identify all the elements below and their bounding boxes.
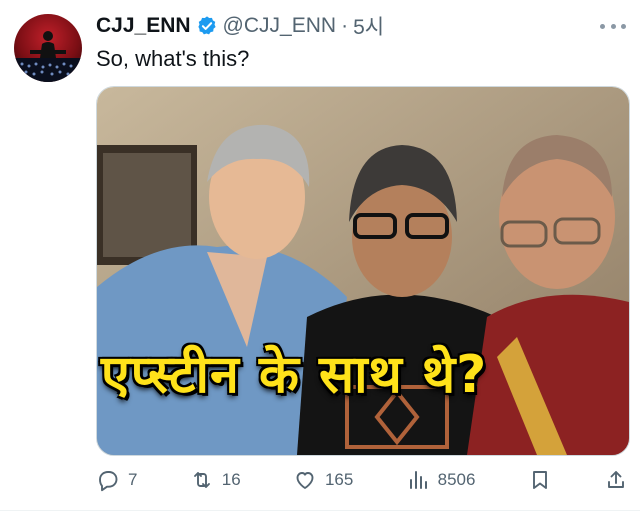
bookmark-icon — [532, 471, 547, 489]
like-icon — [296, 472, 314, 489]
tweet-media[interactable]: एप्स्टीन के साथ थे? — [96, 86, 630, 456]
avatar-image — [14, 31, 82, 82]
timestamp[interactable]: 5시 — [353, 11, 384, 41]
views-icon — [409, 471, 427, 489]
views-count: 8506 — [437, 470, 476, 489]
like-count: 165 — [324, 470, 354, 489]
retweet-count: 16 — [221, 470, 241, 489]
retweet-icon — [193, 472, 210, 488]
reply-button[interactable]: 7 — [96, 468, 137, 492]
divider — [0, 510, 640, 511]
tweet-text: So, what's this? — [96, 46, 250, 71]
like-button[interactable]: 165 — [293, 468, 353, 492]
reply-count: 7 — [128, 470, 138, 489]
share-icon — [608, 471, 624, 488]
bookmark-button[interactable] — [528, 468, 552, 492]
more-icon[interactable] — [600, 16, 626, 36]
avatar[interactable] — [14, 14, 82, 82]
separator-dot: · — [341, 14, 349, 37]
reply-icon — [99, 471, 118, 492]
verified-icon — [197, 16, 216, 35]
views-button[interactable]: 8506 — [406, 468, 476, 492]
handle[interactable]: @CJJ_ENN — [223, 14, 337, 38]
tweet-header: CJJ_ENN @CJJ_ENN · 5시 — [96, 13, 384, 39]
retweet-button[interactable]: 16 — [190, 468, 241, 492]
share-button[interactable] — [604, 468, 628, 492]
display-name[interactable]: CJJ_ENN — [96, 14, 191, 38]
action-bar: 7 16 165 8506 — [96, 466, 628, 494]
tweet[interactable]: CJJ_ENN @CJJ_ENN · 5시 So, what's this? ए… — [0, 0, 640, 523]
media-caption: एप्स्टीन के साथ थे? — [101, 345, 488, 405]
